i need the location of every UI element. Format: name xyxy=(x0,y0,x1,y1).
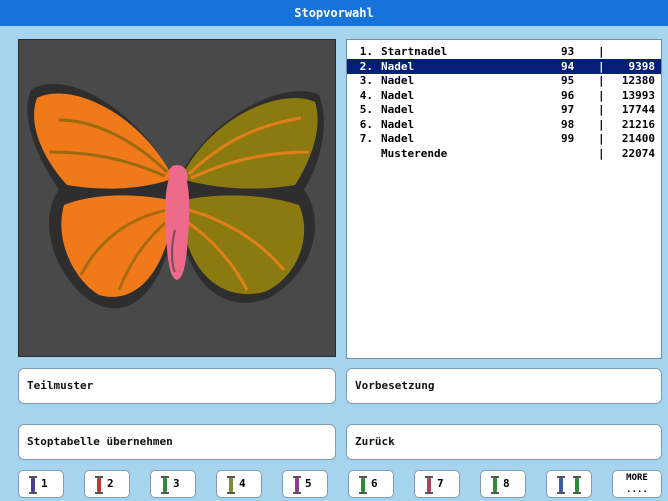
more-button[interactable]: MORE.... xyxy=(612,470,662,498)
stop-table-row[interactable]: 4. Nadel 96 | 13993 xyxy=(347,88,661,103)
row-separator: | xyxy=(598,132,605,145)
needle-number: 7 xyxy=(437,477,444,490)
needle-number: 6 xyxy=(371,477,378,490)
row-separator: | xyxy=(598,59,605,73)
row-stitch: 94 xyxy=(561,59,575,73)
row-separator: | xyxy=(598,88,605,102)
stop-table-row[interactable]: 1. Startnadel 93 | xyxy=(347,44,661,59)
row-value: 17744 xyxy=(621,103,655,116)
teilmuster-button[interactable]: Teilmuster xyxy=(18,368,336,404)
row-name: Startnadel xyxy=(381,45,448,58)
row-stitch: 98 xyxy=(561,117,575,131)
thread-spool-icon xyxy=(293,476,301,494)
thread-spool-icon xyxy=(573,476,581,494)
stop-table-row[interactable]: 6. Nadel 98 | 21216 xyxy=(347,117,661,132)
needle-button-4[interactable]: 4 xyxy=(216,470,262,498)
row-value: 21216 xyxy=(621,117,655,131)
needle-button-5[interactable]: 5 xyxy=(282,470,328,498)
row-value: 9398 xyxy=(628,59,656,73)
row-value: 21400 xyxy=(621,132,655,145)
needle-number: 4 xyxy=(239,477,246,490)
row-name: Nadel xyxy=(381,132,415,145)
row-number: 7. xyxy=(359,132,373,145)
row-number: 4. xyxy=(359,88,373,102)
row-stitch: 96 xyxy=(561,88,575,102)
vorbesetzung-button[interactable]: Vorbesetzung xyxy=(346,368,662,404)
more-label: MORE xyxy=(626,473,648,483)
needle-number: 8 xyxy=(503,477,510,490)
stop-table-row[interactable]: 2. Nadel 94 | 9398 xyxy=(347,58,661,74)
needle-button-8[interactable]: 8 xyxy=(480,470,526,498)
thread-spool-icon xyxy=(359,476,367,494)
needle-button-7[interactable]: 7 xyxy=(414,470,460,498)
needle-number: 3 xyxy=(173,477,180,490)
thread-spool-icon xyxy=(161,476,169,494)
row-value: 12380 xyxy=(621,74,655,87)
row-name: Nadel xyxy=(381,88,415,102)
row-name: Nadel xyxy=(381,103,415,116)
needle-number: 2 xyxy=(107,477,114,490)
thread-spool-icon xyxy=(95,476,103,494)
needle-button-3[interactable]: 3 xyxy=(150,470,196,498)
row-separator: | xyxy=(598,45,605,58)
row-number: 2. xyxy=(359,59,373,73)
row-name: Nadel xyxy=(381,59,415,73)
embroidery-preview xyxy=(18,39,336,357)
thread-spool-icon xyxy=(29,476,37,494)
stop-table-row[interactable]: 7. Nadel 99 | 21400 xyxy=(347,131,661,146)
thread-spool-icon xyxy=(425,476,433,494)
needle-number: 5 xyxy=(305,477,312,490)
row-name: Nadel xyxy=(381,117,415,131)
stoptabelle-uebernehmen-button[interactable]: Stoptabelle übernehmen xyxy=(18,424,336,460)
thread-spool-icon xyxy=(227,476,235,494)
row-number: 5. xyxy=(359,103,373,116)
butterfly-embroidery-icon xyxy=(27,83,324,309)
window-title: Stopvorwahl xyxy=(0,0,668,26)
row-number: 6. xyxy=(359,117,373,131)
needle-button-6[interactable]: 6 xyxy=(348,470,394,498)
needle-number: 1 xyxy=(41,477,48,490)
row-stitch: 93 xyxy=(561,45,575,58)
row-name: Nadel xyxy=(381,74,415,87)
row-separator: | xyxy=(598,74,605,87)
stop-table-list[interactable]: 1. Startnadel 93 | 2. Nadel 94 | 9398 3. Nadel 95 | 1… xyxy=(346,39,662,359)
stop-table-row[interactable]: 5. Nadel 97 | 17744 xyxy=(347,102,661,117)
stop-table-row[interactable]: Musterende | 22074 xyxy=(347,146,661,161)
row-stitch: 99 xyxy=(561,132,575,145)
row-separator: | xyxy=(598,117,605,131)
stop-table-row[interactable]: 3. Nadel 95 | 12380 xyxy=(347,73,661,88)
needle-button-2[interactable]: 2 xyxy=(84,470,130,498)
more-dots: .... xyxy=(626,485,648,495)
zurueck-button[interactable]: Zurück xyxy=(346,424,662,460)
row-number: 3. xyxy=(359,74,373,87)
thread-spool-icon xyxy=(557,476,565,494)
thread-spool-icon xyxy=(491,476,499,494)
row-stitch: 97 xyxy=(561,103,575,116)
row-value: 13993 xyxy=(621,88,655,102)
needle-button-cutter[interactable] xyxy=(546,470,592,498)
row-stitch: 95 xyxy=(561,74,575,87)
row-number: 1. xyxy=(359,45,373,58)
row-separator: | xyxy=(598,103,605,116)
row-value: 22074 xyxy=(621,146,655,160)
row-separator: | xyxy=(598,146,605,160)
needle-button-1[interactable]: 1 xyxy=(18,470,64,498)
row-name: Musterende xyxy=(381,146,448,160)
